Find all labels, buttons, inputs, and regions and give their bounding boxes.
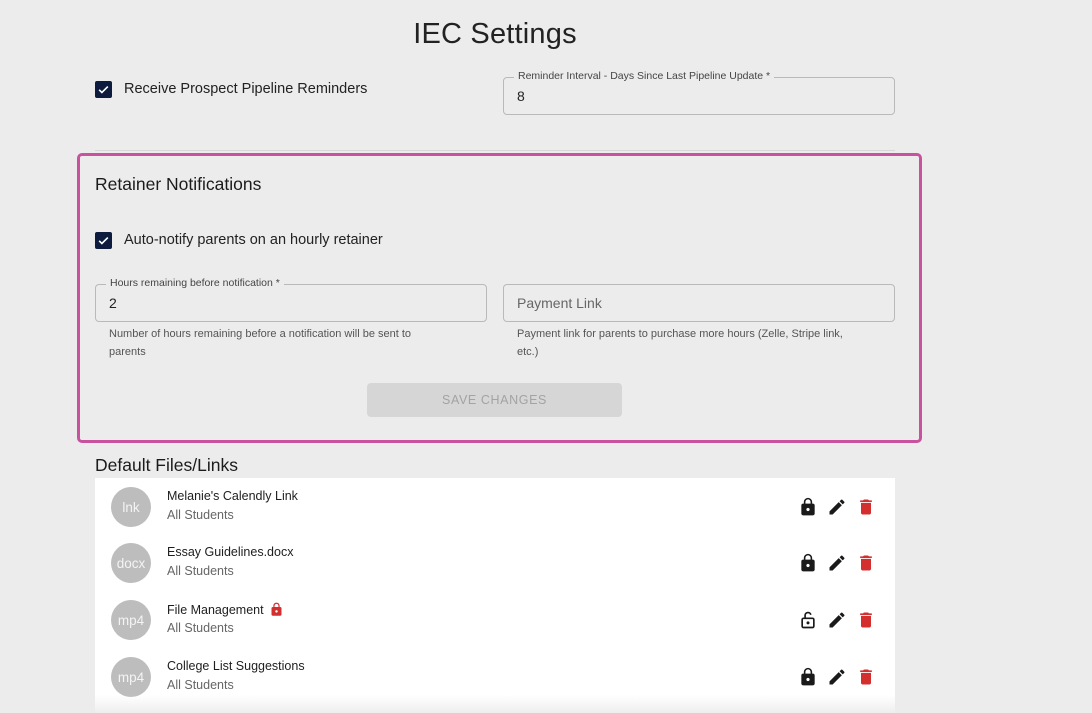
reminder-interval-field[interactable]: Reminder Interval - Days Since Last Pipe… <box>503 70 895 115</box>
hours-remaining-helper: Number of hours remaining before a notif… <box>109 325 411 361</box>
page-title: IEC Settings <box>413 18 577 50</box>
file-audience: All Students <box>167 508 234 522</box>
delete-icon[interactable] <box>856 553 876 573</box>
file-type-avatar: lnk <box>111 487 151 527</box>
file-audience: All Students <box>167 564 234 578</box>
edit-icon[interactable] <box>827 553 847 573</box>
file-row[interactable]: lnk Melanie's Calendly Link All Students <box>95 478 895 535</box>
edit-icon[interactable] <box>827 667 847 687</box>
file-name: College List Suggestions <box>167 659 305 673</box>
auto-notify-label: Auto-notify parents on an hourly retaine… <box>124 232 383 248</box>
hours-remaining-value: 2 <box>109 295 117 311</box>
file-name: Melanie's Calendly Link <box>167 489 298 503</box>
file-name: File Management <box>167 602 284 617</box>
file-type-avatar: mp4 <box>111 657 151 697</box>
pipeline-reminders-label: Receive Prospect Pipeline Reminders <box>124 81 368 97</box>
restricted-lock-icon <box>271 602 282 616</box>
delete-icon[interactable] <box>856 497 876 517</box>
file-row[interactable]: docx Essay Guidelines.docx All Students <box>95 534 895 591</box>
section-divider <box>95 150 895 151</box>
file-name: Essay Guidelines.docx <box>167 545 294 559</box>
file-type-avatar: mp4 <box>111 600 151 640</box>
payment-link-field[interactable]: Payment Link <box>503 284 895 322</box>
helper-line: Number of hours remaining before a notif… <box>109 328 412 340</box>
file-row[interactable]: mp4 File Management All Students <box>95 591 895 648</box>
file-audience: All Students <box>167 678 234 692</box>
auto-notify-checkbox[interactable] <box>95 232 112 249</box>
default-files-title: Default Files/Links <box>95 455 238 475</box>
edit-icon[interactable] <box>827 610 847 630</box>
checkmark-icon <box>98 85 109 94</box>
helper-line: parents <box>109 346 146 358</box>
delete-icon[interactable] <box>856 610 876 630</box>
hours-remaining-field[interactable]: Hours remaining before notification * 2 <box>95 277 487 322</box>
reminder-interval-value: 8 <box>517 88 525 104</box>
save-changes-button[interactable]: SAVE CHANGES <box>367 383 622 417</box>
helper-line: etc.) <box>517 346 539 358</box>
helper-line: Payment link for parents to purchase mor… <box>517 328 843 340</box>
lock-icon[interactable] <box>798 553 818 573</box>
payment-link-helper: Payment link for parents to purchase mor… <box>517 325 843 361</box>
payment-link-placeholder: Payment Link <box>517 295 602 311</box>
default-files-list: lnk Melanie's Calendly Link All Students… <box>95 478 895 713</box>
hours-remaining-label: Hours remaining before notification * <box>106 277 284 289</box>
file-audience: All Students <box>167 621 234 635</box>
edit-icon[interactable] <box>827 497 847 517</box>
reminder-interval-label: Reminder Interval - Days Since Last Pipe… <box>514 70 775 82</box>
bottom-fade <box>0 695 1092 713</box>
lock-icon[interactable] <box>798 497 818 517</box>
retainer-notifications-title: Retainer Notifications <box>95 174 262 194</box>
pipeline-reminders-checkbox[interactable] <box>95 81 112 98</box>
file-type-avatar: docx <box>111 543 151 583</box>
unlock-icon[interactable] <box>798 610 818 630</box>
delete-icon[interactable] <box>856 667 876 687</box>
lock-icon[interactable] <box>798 667 818 687</box>
settings-page: IEC Settings Receive Prospect Pipeline R… <box>0 0 1092 713</box>
checkmark-icon <box>98 236 109 245</box>
